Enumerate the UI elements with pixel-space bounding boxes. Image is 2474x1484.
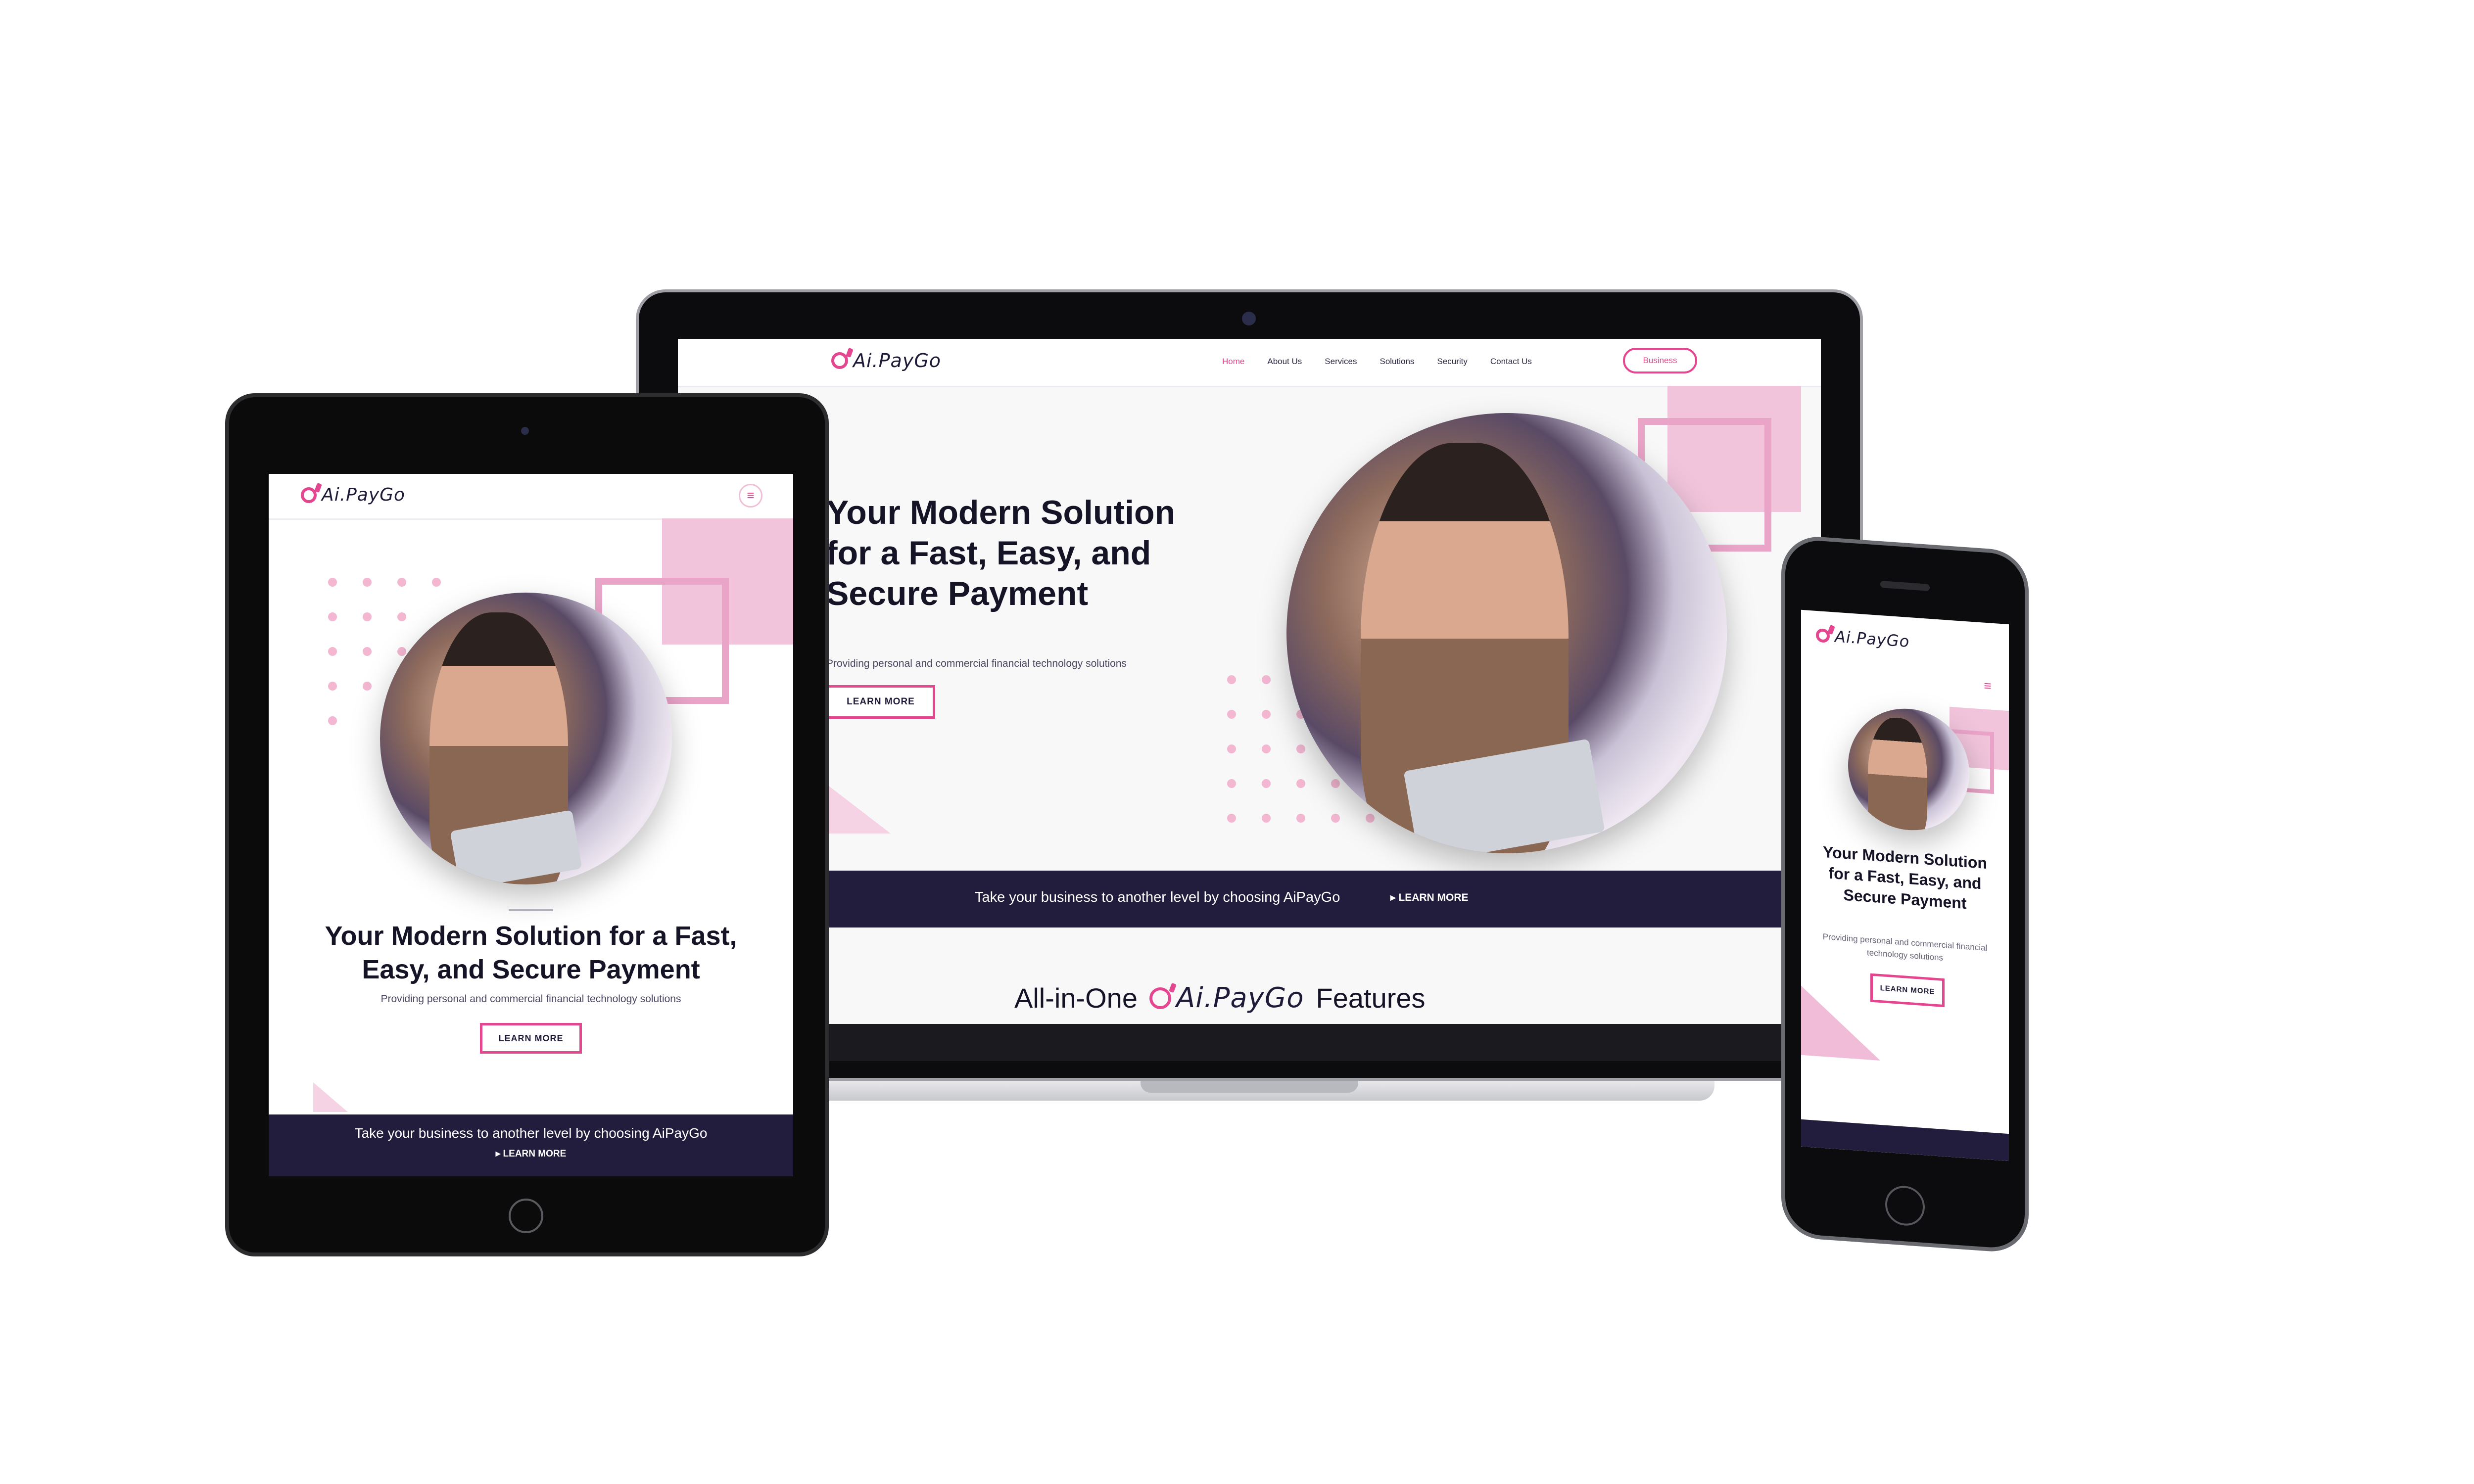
menu-icon[interactable]: ≡ bbox=[1979, 677, 1996, 695]
main-nav: Home About Us Services Solutions Securit… bbox=[1222, 357, 1555, 367]
logo-mark-icon bbox=[831, 352, 848, 369]
features-brand-name: Ai.PayGo bbox=[1176, 982, 1304, 1014]
hero-learn-more-button[interactable]: LEARN MORE bbox=[826, 685, 935, 719]
features-brand: Ai.PayGo bbox=[1149, 982, 1304, 1014]
hero-subtitle: Providing personal and commercial financ… bbox=[826, 658, 1127, 669]
features-prefix: All-in-One bbox=[1014, 982, 1138, 1014]
brand-name: Ai.PayGo bbox=[853, 350, 942, 371]
brand-logo[interactable]: Ai.PayGo bbox=[1816, 626, 1909, 651]
hero-learn-more-button[interactable]: LEARN MORE bbox=[1870, 973, 1945, 1008]
cta-band-link-label: LEARN MORE bbox=[1398, 892, 1469, 903]
tablet-camera-icon bbox=[521, 427, 529, 435]
cta-band-link[interactable]: ▸ LEARN MORE bbox=[269, 1148, 793, 1159]
cta-band-link-label: LEARN MORE bbox=[503, 1149, 567, 1159]
cta-band-text: Take your business to another level by c… bbox=[975, 889, 1340, 905]
nav-services[interactable]: Services bbox=[1325, 357, 1357, 367]
cta-band: Take your business to another level by c… bbox=[826, 871, 1791, 928]
nav-home[interactable]: Home bbox=[1222, 357, 1244, 367]
menu-icon[interactable]: ≡ bbox=[739, 484, 762, 508]
business-button[interactable]: Business bbox=[1623, 348, 1697, 373]
cta-band-link[interactable]: ▸ LEARN MORE bbox=[1390, 891, 1469, 904]
nav-security[interactable]: Security bbox=[1437, 357, 1467, 367]
tablet-device: Ai.PayGo ≡ Your Modern Solution for a Fa… bbox=[225, 393, 829, 1256]
deco-triangle bbox=[826, 784, 891, 834]
features-heading: All-in-One Ai.PayGo Features bbox=[1014, 982, 1426, 1014]
hero-title: Your Modern Solution for a Fast, Easy, a… bbox=[826, 494, 1176, 612]
nav-about[interactable]: About Us bbox=[1267, 357, 1302, 367]
logo-mark-icon bbox=[1149, 987, 1171, 1009]
deco-triangle bbox=[313, 1082, 348, 1112]
hero-title: Your Modern Solution for a Fast, Easy, a… bbox=[325, 921, 737, 984]
deco-triangle bbox=[1801, 985, 1880, 1061]
brand-logo[interactable]: Ai.PayGo bbox=[831, 350, 941, 371]
camera-icon bbox=[1242, 312, 1256, 325]
hero-photo bbox=[1286, 413, 1727, 853]
nav-contact[interactable]: Contact Us bbox=[1490, 357, 1532, 367]
logo-mark-icon bbox=[301, 487, 317, 503]
logo-mark-icon bbox=[1816, 628, 1830, 643]
cta-band: Take your business to another level by c… bbox=[269, 1114, 793, 1176]
laptop-screen: Ai.PayGo Home About Us Services Solution… bbox=[678, 339, 1821, 1061]
features-suffix: Features bbox=[1316, 982, 1426, 1014]
brand-name: Ai.PayGo bbox=[322, 485, 406, 505]
brand-name: Ai.PayGo bbox=[1835, 627, 1910, 651]
tablet-screen: Ai.PayGo ≡ Your Modern Solution for a Fa… bbox=[269, 474, 793, 1176]
hero-title: Your Modern Solution for a Fast, Easy, a… bbox=[1823, 842, 1987, 913]
cta-band-text: Take your business to another level by c… bbox=[354, 1125, 708, 1141]
home-button-icon[interactable] bbox=[509, 1199, 543, 1233]
laptop-header: Ai.PayGo Home About Us Services Solution… bbox=[678, 339, 1821, 387]
brand-logo[interactable]: Ai.PayGo bbox=[301, 485, 405, 505]
hero-photo bbox=[380, 593, 672, 884]
hero-subtitle: Providing personal and commercial financ… bbox=[1822, 931, 1988, 963]
hero-learn-more-button[interactable]: LEARN MORE bbox=[480, 1023, 582, 1054]
nav-solutions[interactable]: Solutions bbox=[1380, 357, 1414, 367]
phone-screen: Ai.PayGo ≡ Your Modern Solution for a Fa… bbox=[1801, 609, 2009, 1161]
phone-device: Ai.PayGo ≡ Your Modern Solution for a Fa… bbox=[1781, 534, 2029, 1254]
hero-subtitle: Providing personal and commercial financ… bbox=[381, 993, 681, 1005]
